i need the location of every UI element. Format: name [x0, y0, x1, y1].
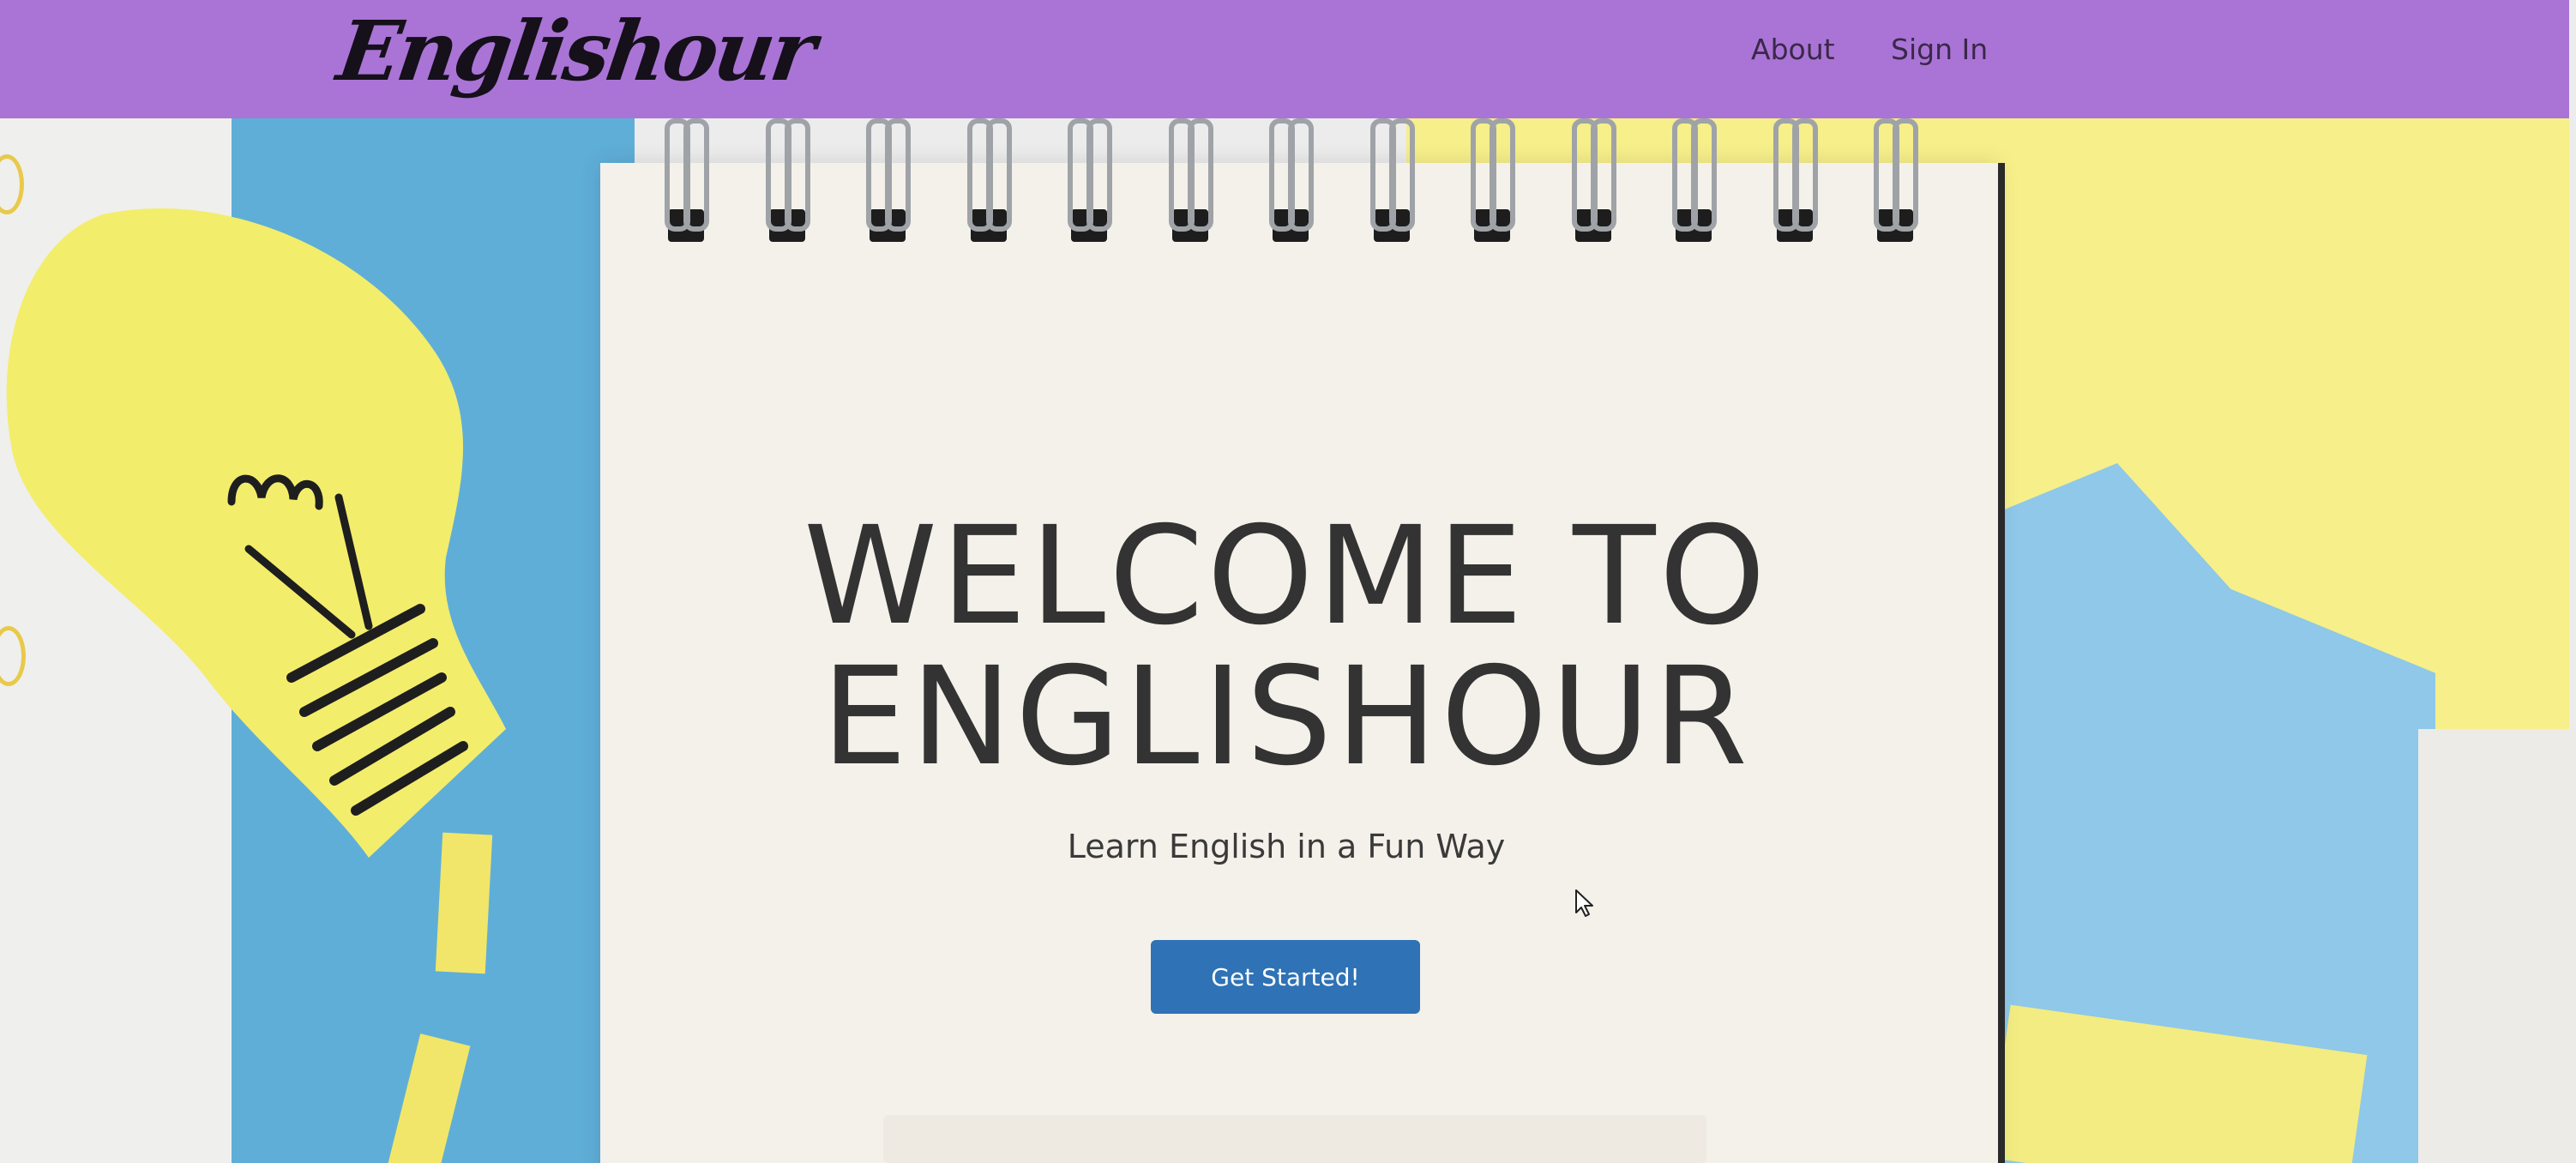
- spiral-ring-icon: [966, 118, 1012, 242]
- spiral-ring-icon: [1672, 118, 1717, 242]
- notepad-shadow: [883, 1115, 1706, 1163]
- hero-subtitle: Learn English in a Fun Way: [1067, 828, 1506, 865]
- page-root: WELCOME TO ENGLISHOUR Learn English in a…: [0, 0, 2576, 1163]
- brand-logo[interactable]: Englishour: [332, 0, 819, 103]
- spiral-ring-icon: [1269, 118, 1314, 242]
- nav-link-about[interactable]: About: [1751, 31, 1835, 69]
- spiral-ring-icon: [1068, 118, 1112, 242]
- top-navbar: Englishour About Sign In: [0, 0, 2569, 118]
- hero-title: WELCOME TO ENGLISHOUR: [755, 506, 1818, 787]
- hero-title-line-2: ENGLISHOUR: [822, 638, 1751, 796]
- spiral-ring-icon: [1773, 118, 1818, 242]
- get-started-button[interactable]: Get Started!: [1151, 940, 1420, 1014]
- spiral-ring-icon: [1471, 118, 1515, 242]
- spiral-ring-icon: [665, 118, 709, 242]
- hero-title-line-1: WELCOME TO: [803, 497, 1770, 655]
- spiral-ring-icon: [866, 118, 911, 242]
- nav-link-sign-in[interactable]: Sign In: [1891, 31, 1988, 69]
- lightbulb-illustration-icon: [6, 208, 507, 858]
- background-white-paper-right: [2418, 729, 2576, 1163]
- spiral-ring-icon: [765, 118, 810, 242]
- spiral-ring-icon: [1571, 118, 1616, 242]
- mouse-cursor-icon: [1575, 889, 1593, 917]
- spiral-ring-icon: [1168, 118, 1213, 242]
- spiral-ring-icon: [1369, 118, 1415, 242]
- spiral-ring-icon: [1874, 118, 1918, 242]
- dashed-line-segment: [435, 832, 493, 974]
